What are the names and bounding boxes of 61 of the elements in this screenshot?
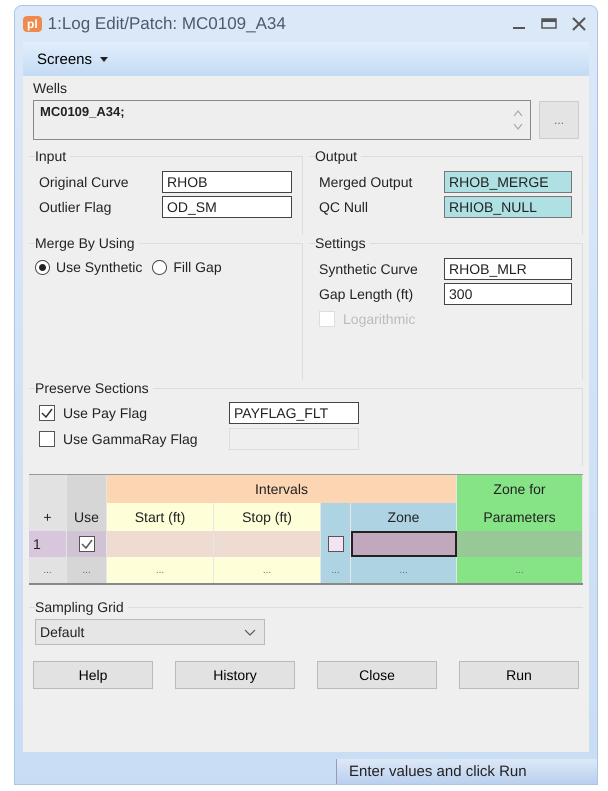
row-number: 1 — [29, 531, 67, 557]
zone-checkbox[interactable] — [328, 536, 344, 552]
new-row-cell[interactable]: ... — [457, 557, 583, 583]
use-checkbox[interactable] — [78, 536, 94, 552]
column-header: Start (ft) — [107, 503, 214, 531]
table-cell[interactable] — [351, 531, 457, 557]
column-header: Parameters — [457, 503, 583, 531]
field-label: QC Null — [319, 199, 368, 215]
dialog-button[interactable]: Close — [317, 661, 437, 689]
group-label: Preserve Sections — [35, 380, 150, 396]
radio-option[interactable]: Fill Gap — [152, 259, 222, 275]
input-field[interactable]: 300 — [444, 283, 572, 305]
column-header: Zone — [351, 503, 457, 531]
input-field[interactable]: RHOB_MLR — [444, 258, 572, 280]
add-row-button[interactable]: + — [29, 503, 67, 531]
dialog-button[interactable]: Help — [33, 661, 153, 689]
new-row-cell[interactable]: ... — [351, 557, 457, 583]
checkmark-icon — [41, 408, 53, 418]
caret-icon — [100, 56, 108, 62]
window-title: 1:Log Edit/Patch: MC0109_A34 — [48, 14, 287, 34]
app-logo-icon: pl — [23, 16, 42, 32]
column-header: Stop (ft) — [214, 503, 321, 531]
input-field[interactable]: RHOB — [162, 171, 292, 193]
field-label: Synthetic Curve — [319, 261, 418, 277]
field-label: Gap Length (ft) — [319, 286, 414, 302]
input-field[interactable]: RHOB_MERGE — [444, 171, 572, 193]
header-cell — [67, 475, 107, 503]
group-label: Output — [315, 148, 358, 164]
column-header: Use — [67, 503, 107, 531]
scroll-arrows-icon — [512, 108, 524, 132]
field-label: Original Curve — [39, 174, 128, 190]
group-label: Input — [35, 148, 68, 164]
chevron-down-icon — [244, 628, 256, 636]
status-text: Enter values and click Run — [336, 759, 597, 784]
field-label: Outlier Flag — [39, 199, 112, 215]
input-field[interactable]: PAYFLAG_FLT — [229, 402, 359, 424]
new-row-cell[interactable]: ... — [107, 557, 214, 583]
dialog-button[interactable]: History — [175, 661, 295, 689]
screens-menu[interactable]: Screens — [23, 50, 122, 68]
sampling-grid-dropdown[interactable]: Default — [35, 619, 265, 645]
dialog-button[interactable]: Run — [459, 661, 579, 689]
column-group-header: Zone for — [457, 475, 583, 503]
field-label: Merged Output — [319, 174, 412, 190]
new-row-cell[interactable]: ... — [214, 557, 321, 583]
new-row-cell[interactable]: ... — [29, 557, 67, 583]
group-label: Sampling Grid — [35, 599, 125, 615]
checkbox[interactable]: Use GammaRay Flag — [39, 431, 219, 447]
group-label: Wells — [32, 80, 68, 96]
wells-field[interactable]: MC0109_A34; — [33, 100, 531, 140]
column-group-header: Intervals — [107, 475, 457, 503]
radio-option[interactable]: Use Synthetic — [35, 259, 142, 275]
new-row-cell[interactable]: ... — [67, 557, 107, 583]
browse-button[interactable]: ... — [539, 101, 579, 139]
group-label: Merge By Using — [35, 235, 136, 251]
input-field[interactable]: OD_SM — [162, 196, 292, 218]
checkbox[interactable]: Use Pay Flag — [39, 405, 219, 421]
group-label: Settings — [315, 235, 367, 251]
input-field[interactable]: RHIOB_NULL — [444, 196, 572, 218]
new-row-cell[interactable]: ... — [321, 557, 351, 583]
header-cell — [29, 475, 67, 503]
maximize-icon[interactable] — [539, 17, 559, 31]
